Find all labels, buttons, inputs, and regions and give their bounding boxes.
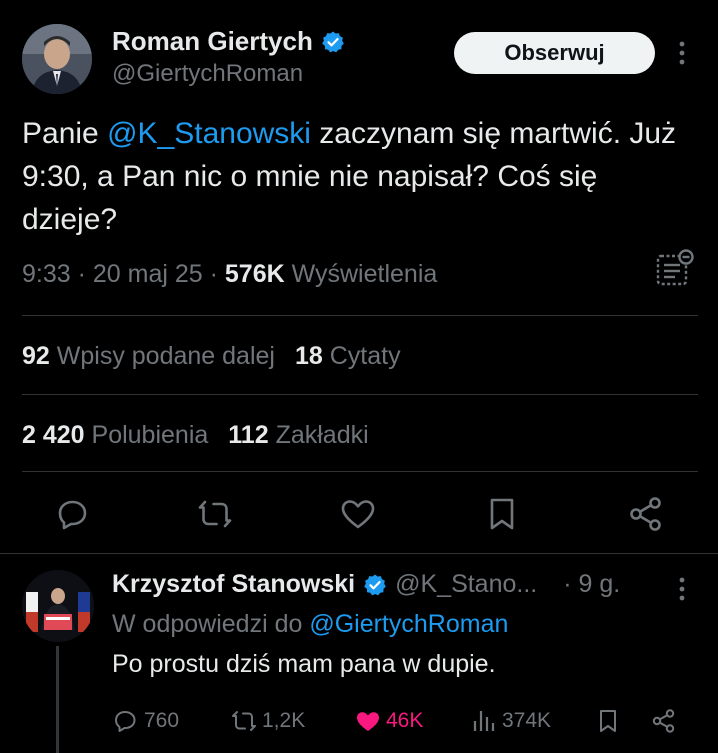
like-icon[interactable]: [338, 494, 378, 534]
reply-author-name[interactable]: Krzysztof Stanowski: [112, 570, 355, 599]
tweet-meta: 9:33 · 20 maj 25 · 576K Wyświetlenia: [22, 260, 438, 288]
reply-likes-button[interactable]: 46K: [354, 704, 423, 738]
author-name[interactable]: Roman Giertych: [112, 26, 313, 57]
views-icon: [473, 711, 495, 731]
author-name-row: Roman Giertych: [112, 26, 345, 57]
follow-button[interactable]: Obserwuj: [454, 32, 655, 74]
verified-badge-icon: [322, 31, 344, 52]
like-filled-icon: [357, 712, 379, 731]
tweet-date[interactable]: 20 maj 25: [93, 260, 203, 288]
reply-icon: [115, 711, 136, 732]
reply-views-button[interactable]: 374K: [470, 704, 551, 738]
reposts-stat[interactable]: 92 Wpisy podane dalej: [22, 342, 275, 370]
divider: [22, 315, 698, 316]
mention-link[interactable]: @K_Stanowski: [107, 117, 311, 150]
share-icon[interactable]: [626, 494, 666, 534]
thread-line: [56, 646, 59, 753]
more-options-icon[interactable]: [672, 574, 692, 604]
reply-time[interactable]: · 9 g.: [563, 570, 620, 599]
quotes-label: Cytaty: [329, 342, 401, 370]
reply-tweet[interactable]: Krzysztof Stanowski @K_Stano... · 9 g. W…: [0, 554, 718, 753]
reply-replies-count: 760: [144, 709, 180, 732]
likes-count: 2 420: [22, 421, 85, 449]
in-reply-to: W odpowiedzi do @GiertychRoman: [112, 610, 508, 639]
avatar-image-icon: [22, 24, 92, 94]
reposts-quotes-row: 92 Wpisy podane dalej 18 Cytaty: [22, 342, 401, 371]
in-reply-to-label: W odpowiedzi do: [112, 610, 310, 638]
repost-icon[interactable]: [195, 494, 235, 534]
likes-bookmarks-row: 2 420 Polubienia 112 Zakładki: [22, 421, 369, 450]
reply-reposts-count: 1,2K: [262, 709, 306, 732]
quotes-stat[interactable]: 18 Cytaty: [295, 342, 401, 370]
tweet-text: Panie @K_Stanowski zaczynam się martwić.…: [22, 112, 692, 241]
more-options-icon[interactable]: [672, 38, 692, 68]
bookmark-icon[interactable]: [482, 494, 522, 534]
tweet-time[interactable]: 9:33: [22, 260, 71, 288]
reply-views-count: 374K: [502, 709, 552, 732]
views-label: Wyświetlenia: [291, 260, 438, 288]
verified-badge-icon: [364, 574, 386, 595]
share-icon[interactable]: [650, 707, 678, 735]
tweet-action-bar: [0, 490, 718, 538]
bookmark-icon[interactable]: [594, 707, 622, 735]
quotes-count: 18: [294, 342, 323, 370]
post-analytics-icon[interactable]: [655, 248, 695, 288]
reply-replies-button[interactable]: 760: [112, 704, 179, 738]
bookmarks-count: 112: [228, 421, 269, 449]
divider: [22, 394, 698, 395]
bookmarks-label: Zakładki: [275, 421, 369, 449]
reply-text: Po prostu dziś mam pana w dupie.: [112, 650, 496, 678]
reply-author-handle[interactable]: @K_Stano...: [395, 570, 537, 599]
reply-icon[interactable]: [52, 494, 92, 534]
reply-action-bar: 760 1,2K 46K 374K: [112, 704, 692, 738]
tweet-text-prefix: Panie: [22, 117, 108, 150]
likes-stat[interactable]: 2 420 Polubienia: [22, 421, 208, 449]
reposts-label: Wpisy podane dalej: [56, 342, 275, 370]
in-reply-to-mention[interactable]: @GiertychRoman: [309, 610, 508, 638]
avatar[interactable]: [22, 24, 92, 94]
bookmarks-stat[interactable]: 112 Zakładki: [228, 421, 368, 449]
reply-reposts-button[interactable]: 1,2K: [230, 704, 305, 738]
author-handle[interactable]: @GiertychRoman: [112, 60, 303, 88]
reply-header: Krzysztof Stanowski @K_Stano... · 9 g.: [112, 570, 620, 599]
reply-avatar-image-icon: [22, 570, 94, 642]
likes-label: Polubienia: [91, 421, 209, 449]
main-tweet: Roman Giertych @GiertychRoman Obserwuj P…: [0, 0, 718, 553]
repost-icon: [232, 711, 256, 731]
reposts-count: 92: [22, 342, 50, 370]
reply-avatar[interactable]: [22, 570, 94, 642]
views-count: 576K: [224, 260, 285, 288]
divider: [22, 471, 698, 472]
reply-time-value: 9 g.: [578, 570, 621, 598]
reply-likes-count: 46K: [386, 709, 424, 732]
